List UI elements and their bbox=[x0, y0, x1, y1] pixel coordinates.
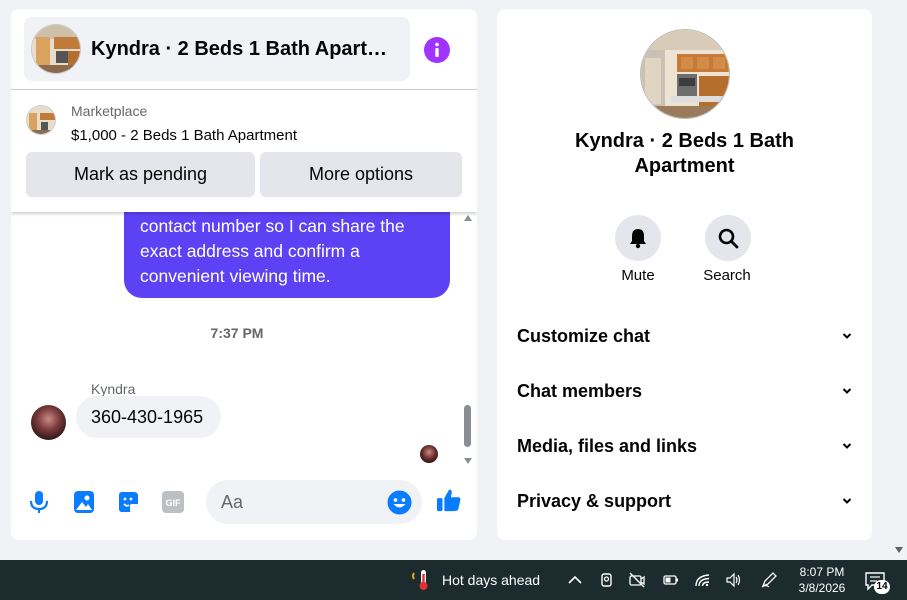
outgoing-message-line: exact address and confirm a bbox=[140, 241, 360, 261]
battery-icon[interactable] bbox=[662, 571, 680, 589]
chevron-down-icon bbox=[842, 333, 852, 339]
weather-text[interactable]: Hot days ahead bbox=[442, 572, 540, 588]
message-list: contact number so I can share the exact … bbox=[11, 212, 463, 467]
section-chat-members[interactable]: Chat members bbox=[517, 371, 852, 411]
conversation-avatar[interactable] bbox=[640, 29, 730, 119]
marketplace-label: Marketplace bbox=[71, 103, 148, 119]
conversation-title: Kyndra · 2 Beds 1 Bath Apartment bbox=[497, 129, 872, 179]
mark-as-pending-button[interactable]: Mark as pending bbox=[26, 152, 255, 197]
outgoing-message-line: contact number so I can share the bbox=[140, 216, 405, 236]
section-privacy-support[interactable]: Privacy & support bbox=[517, 481, 852, 521]
outgoing-message-line: convenient viewing time. bbox=[140, 266, 331, 286]
chevron-down-icon bbox=[842, 443, 852, 449]
mute-button[interactable] bbox=[615, 215, 661, 261]
section-media-files-links[interactable]: Media, files and links bbox=[517, 426, 852, 466]
clock-time: 8:07 PM bbox=[799, 565, 845, 579]
wifi-icon[interactable] bbox=[694, 571, 712, 589]
section-label: Chat members bbox=[517, 380, 643, 401]
listing-thumbnail bbox=[31, 24, 81, 74]
page-scrollbar[interactable] bbox=[891, 0, 907, 560]
message-timestamp: 7:37 PM bbox=[210, 325, 264, 341]
chevron-down-icon bbox=[842, 388, 852, 394]
notification-badge: 14 bbox=[874, 580, 890, 594]
seen-indicator-avatar bbox=[420, 445, 438, 463]
search-label: Search bbox=[703, 267, 751, 284]
pen-icon[interactable] bbox=[760, 571, 778, 589]
search-button[interactable] bbox=[705, 215, 751, 261]
chat-title-button[interactable]: Kyndra · 2 Beds 1 Bath Apartment bbox=[24, 17, 410, 81]
section-label: Customize chat bbox=[517, 325, 651, 346]
page-scroll-down-arrow[interactable] bbox=[895, 547, 903, 553]
microphone-icon[interactable] bbox=[26, 489, 52, 515]
volume-icon[interactable] bbox=[724, 571, 742, 589]
thumbs-up-icon[interactable] bbox=[436, 487, 462, 513]
chevron-down-icon bbox=[842, 498, 852, 504]
conversation-info-panel: Kyndra · 2 Beds 1 Bath Apartment Mute Se… bbox=[497, 9, 872, 540]
gif-icon[interactable]: GIF bbox=[160, 489, 186, 515]
chat-panel: Kyndra · 2 Beds 1 Bath Apartment Marketp… bbox=[11, 9, 477, 540]
scroll-thumb[interactable] bbox=[464, 405, 471, 447]
taskbar-clock[interactable]: 8:07 PM 3/8/2026 bbox=[798, 564, 846, 596]
sticker-icon[interactable] bbox=[115, 489, 141, 515]
sender-avatar[interactable] bbox=[31, 405, 66, 440]
section-customize-chat[interactable]: Customize chat bbox=[517, 316, 852, 356]
message-scrollbar[interactable] bbox=[462, 212, 474, 467]
chat-title: Kyndra · 2 Beds 1 Bath Apartment bbox=[91, 37, 403, 60]
conversation-title-text: Kyndra · 2 Beds 1 Bath Apartment bbox=[575, 130, 794, 177]
search-icon bbox=[718, 228, 739, 249]
taskbar: Hot days ahead 8:07 PM 3/8/2026 14 bbox=[0, 560, 907, 600]
info-icon[interactable] bbox=[424, 37, 450, 63]
chevron-up-icon[interactable] bbox=[566, 571, 584, 589]
section-label: Media, files and links bbox=[517, 435, 698, 456]
svg-text:GIF: GIF bbox=[166, 498, 182, 508]
bell-icon bbox=[630, 229, 646, 249]
thermometer-icon[interactable] bbox=[410, 568, 432, 592]
camera-off-icon[interactable] bbox=[628, 571, 646, 589]
chat-header: Kyndra · 2 Beds 1 Bath Apartment bbox=[11, 9, 477, 89]
message-composer: GIF bbox=[11, 474, 477, 534]
marketplace-thumbnail bbox=[26, 105, 56, 135]
camera-app-icon[interactable] bbox=[598, 571, 616, 589]
section-label: Privacy & support bbox=[517, 490, 672, 511]
mute-label: Mute bbox=[621, 267, 655, 284]
marketplace-listing[interactable]: $1,000 - 2 Beds 1 Bath Apartment bbox=[71, 127, 297, 144]
photo-icon[interactable] bbox=[71, 489, 97, 515]
incoming-message[interactable]: 360-430-1965 bbox=[76, 396, 221, 438]
sender-name: Kyndra bbox=[91, 381, 136, 397]
scroll-up-arrow[interactable] bbox=[464, 215, 472, 221]
more-options-button[interactable]: More options bbox=[260, 152, 462, 197]
outgoing-message[interactable]: contact number so I can share the exact … bbox=[124, 212, 450, 298]
emoji-icon[interactable] bbox=[387, 490, 412, 515]
clock-date: 3/8/2026 bbox=[798, 581, 846, 595]
scroll-down-arrow[interactable] bbox=[464, 458, 472, 464]
marketplace-card: Marketplace $1,000 - 2 Beds 1 Bath Apart… bbox=[11, 90, 477, 212]
